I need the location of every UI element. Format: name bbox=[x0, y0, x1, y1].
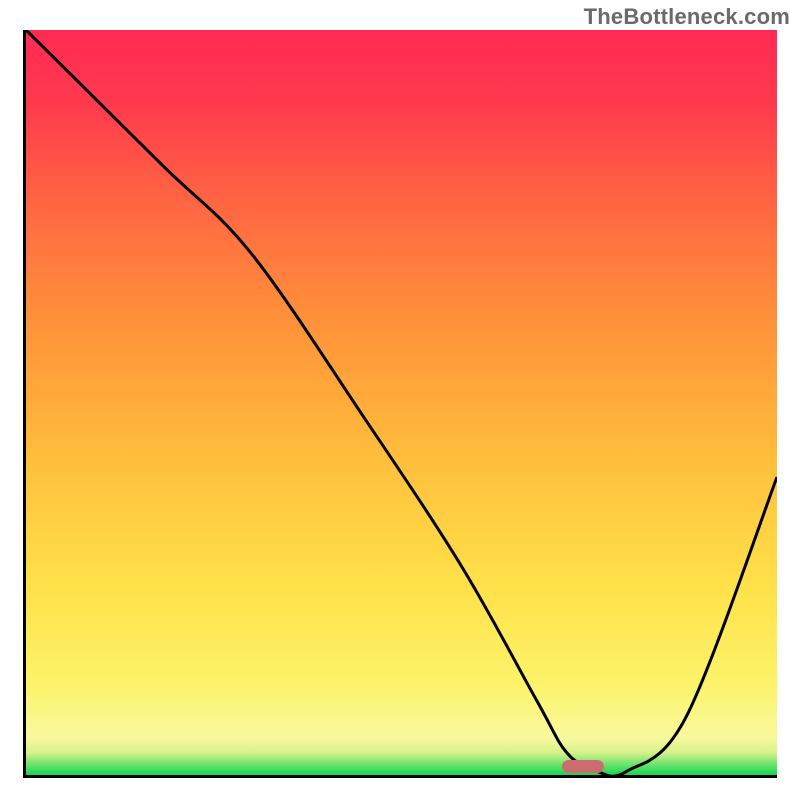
plot-area bbox=[23, 30, 777, 778]
chart-container: TheBottleneck.com bbox=[0, 0, 800, 800]
attribution-text: TheBottleneck.com bbox=[584, 4, 790, 30]
bottleneck-curve bbox=[26, 30, 777, 775]
curve-path bbox=[26, 30, 777, 775]
